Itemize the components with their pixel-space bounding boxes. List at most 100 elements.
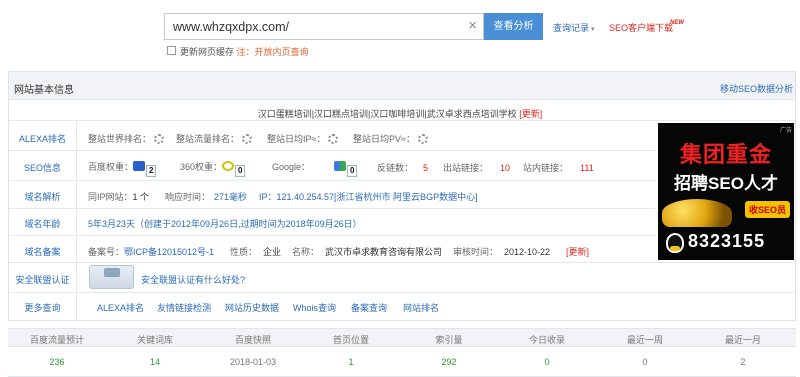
stat-header: 百度快照 (234, 335, 271, 345)
icp-number: 备案号：鄂ICP备12015012号-1 (88, 245, 214, 258)
360-icon (222, 161, 235, 171)
loading-icon (417, 134, 428, 144)
stat-value-traffic[interactable]: 236 (8, 357, 106, 367)
icp-label[interactable]: 域名备案 (9, 245, 76, 258)
stat-value-today[interactable]: 0 (498, 357, 596, 367)
backlinks: 反链数： 5 (377, 161, 428, 174)
same-ip-label: 同IP网站： (88, 192, 133, 202)
outlinks: 出站链接： 10 (443, 161, 510, 174)
icp-audit-value: 2012-10-22 (504, 247, 551, 257)
alexa-traffic-rank: 整站流量排名： (176, 132, 253, 145)
loading-icon (242, 134, 253, 144)
stat-header: 最近一月 (724, 335, 761, 345)
icp-update-link[interactable]: [更新] (566, 245, 589, 258)
stat-value-index[interactable]: 292 (400, 357, 498, 367)
history-label: 查询记录 (553, 23, 590, 33)
weight-360-value: 0 (235, 165, 246, 177)
google-rank[interactable]: Google： 0 (272, 160, 358, 177)
stat-header: 首页位置 (332, 335, 369, 345)
icp-nature: 性质： 企业 (230, 245, 281, 258)
alexa-world-rank: 整站世界排名： (88, 132, 165, 145)
close-icon[interactable]: × (468, 17, 477, 34)
outlinks-value[interactable]: 10 (500, 163, 510, 173)
inlinks: 站内链接： 111 (523, 161, 594, 174)
same-ip-sites: 同IP网站：1 个 (88, 190, 149, 203)
domain-age-value: 5年3月23天（创建于2012年09月26日,过期时间为2018年09月26日） (88, 219, 362, 229)
row-divider (9, 180, 655, 181)
seo-info-label[interactable]: SEO信息 (9, 161, 76, 174)
weight-360[interactable]: 360权重： 0 (180, 160, 246, 177)
more-link-history[interactable]: 网站历史数据 (225, 301, 279, 314)
world-rank-label: 整站世界排名： (88, 134, 152, 144)
icp-number-value[interactable]: 鄂ICP备12015012号-1 (124, 247, 214, 257)
ad-headline: 集团重金 (679, 142, 772, 167)
response-time-label: 响应时间： (165, 192, 211, 202)
stat-header: 关键词库 (136, 335, 173, 345)
ad-badge: 收SEO员 (744, 201, 790, 218)
more-link-whois[interactable]: Whois查询 (293, 301, 336, 314)
site-title-text: 汉口蛋糕培训|汉口糕点培训|汉口咖啡培训|武汉卓求西点培训学校 (257, 109, 517, 119)
row-divider (9, 235, 655, 236)
url-input[interactable] (165, 14, 461, 39)
stat-value-keywords[interactable]: 14 (106, 357, 204, 367)
row-divider (9, 120, 795, 121)
alexa-label[interactable]: ALEXA排名 (9, 132, 76, 145)
baidu-weight-value: 2 (146, 165, 157, 177)
ad-tag: 广告 (779, 128, 792, 134)
site-title-update-link[interactable]: [更新] (519, 109, 542, 119)
loading-icon (154, 134, 165, 144)
icp-audit-label: 审核时间： (453, 247, 499, 257)
row-divider (9, 208, 655, 209)
more-link-rank[interactable]: 网站排名 (403, 301, 439, 314)
gold-coins-icon (662, 199, 732, 227)
security-cert-label[interactable]: 安全联盟认证 (9, 273, 76, 286)
same-ip-value[interactable]: 1 个 (133, 192, 150, 202)
search-box[interactable]: × (164, 13, 484, 40)
stat-value-homepage-position[interactable]: 1 (302, 357, 400, 367)
ip-location[interactable]: IP：121.40.254.57[浙江省杭州市 阿里云BGP数据中心] (259, 190, 478, 203)
recruitment-ad[interactable]: 广告 集团重金 招聘SEO人才 收SEO员 8323155 (658, 123, 794, 260)
more-link-icp[interactable]: 备案查询 (351, 301, 387, 314)
daily-ip-label: 整站日均IP≈： (267, 134, 326, 144)
chevron-down-icon: ▾ (591, 26, 595, 33)
domain-resolution-label[interactable]: 域名解析 (9, 190, 76, 203)
qq-penguin-icon (666, 233, 684, 253)
loading-icon (328, 134, 339, 144)
update-cache-checkbox[interactable] (167, 46, 176, 55)
mobile-seo-link[interactable]: 移动SEO数据分析 (720, 82, 793, 95)
icp-name-label: 名称： (292, 247, 320, 257)
stat-header: 最近一周 (626, 335, 663, 345)
icp-nature-label: 性质： (230, 247, 258, 257)
history-dropdown[interactable]: 查询记录 ▾ (553, 21, 595, 34)
checkbox-label: 更新网页缓存 (180, 47, 235, 57)
panel-title: 网站基本信息 (14, 85, 74, 96)
new-badge: NEW (670, 20, 684, 26)
stat-header: 今日收录 (528, 335, 565, 345)
analyze-button[interactable]: 查看分析 (484, 13, 543, 40)
inlinks-value[interactable]: 111 (580, 163, 594, 173)
ad-phone: 8323155 (688, 231, 766, 251)
backlinks-label: 反链数： (377, 163, 414, 173)
more-link-friendlinks[interactable]: 友情链接检测 (157, 301, 211, 314)
alexa-daily-pv: 整站日均PV≈： (353, 132, 428, 145)
baidu-weight[interactable]: 百度权重： 2 (88, 160, 157, 177)
backlinks-value[interactable]: 5 (423, 163, 428, 173)
security-cert-link[interactable]: 安全联盟认证有什么好处? (141, 273, 245, 286)
baidu-weight-label: 百度权重： (88, 162, 134, 172)
panel-header (9, 72, 795, 100)
more-link-alexa[interactable]: ALEXA排名 (97, 301, 144, 314)
google-value: 0 (347, 165, 358, 177)
row-divider (9, 292, 795, 293)
icp-audit-time: 审核时间： 2012-10-22 (453, 245, 550, 258)
seo-client-download-link[interactable]: SEO客户端下载 (609, 21, 673, 34)
security-cert-badge[interactable] (89, 265, 134, 289)
stat-value-week: 0 (642, 357, 648, 367)
baidu-paw-icon (133, 161, 146, 171)
stat-header: 百度流量预计 (29, 335, 84, 345)
response-time-value: 271毫秒 (214, 192, 248, 202)
domain-age-label[interactable]: 域名年龄 (9, 217, 76, 230)
traffic-rank-label: 整站流量排名： (176, 134, 240, 144)
google-label: Google： (272, 162, 311, 172)
inlinks-label: 站内链接： (523, 163, 569, 173)
more-queries-label[interactable]: 更多查询 (9, 301, 76, 314)
